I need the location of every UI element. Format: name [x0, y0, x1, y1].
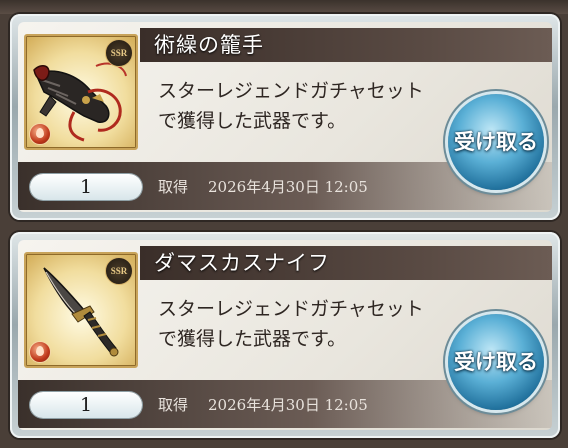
item-thumbnail[interactable]: SSR	[24, 34, 138, 150]
obtained-date: 2026年4月30日 12:05	[208, 178, 368, 196]
item-quantity: 1	[30, 392, 142, 418]
receive-button[interactable]: 受け取る	[448, 314, 544, 410]
ssr-rarity-badge: SSR	[105, 257, 133, 285]
list-top-edge	[0, 0, 568, 14]
item-thumbnail[interactable]: SSR	[24, 252, 138, 368]
present-item-inner: ダマスカスナイフ SSR スターレジェンドガチャセットで獲得した武器です。 1 …	[18, 240, 552, 430]
obtained-label: 取得	[158, 178, 189, 196]
present-item-inner: 術繰の籠手 SSR スターレジェンドガチャセットで獲得した武器です。 1 取得 2…	[18, 22, 552, 212]
item-name: ダマスカスナイフ	[154, 251, 330, 275]
item-quantity: 1	[30, 174, 142, 200]
ssr-rarity-badge: SSR	[105, 39, 133, 67]
obtained-info: 取得 2026年4月30日 12:05	[158, 392, 368, 418]
obtained-date: 2026年4月30日 12:05	[208, 396, 368, 414]
obtained-label: 取得	[158, 396, 189, 414]
item-name: 術繰の籠手	[154, 33, 264, 57]
item-description: スターレジェンドガチャセットで獲得した武器です。	[158, 80, 424, 132]
item-description: スターレジェンドガチャセットで獲得した武器です。	[158, 298, 424, 350]
present-item-card: ダマスカスナイフ SSR スターレジェンドガチャセットで獲得した武器です。 1 …	[10, 232, 560, 438]
obtained-info: 取得 2026年4月30日 12:05	[158, 174, 368, 200]
fire-element-icon	[29, 123, 51, 145]
present-item-card: 術繰の籠手 SSR スターレジェンドガチャセットで獲得した武器です。 1 取得 2…	[10, 14, 560, 220]
fire-element-icon	[29, 341, 51, 363]
receive-button[interactable]: 受け取る	[448, 94, 544, 190]
